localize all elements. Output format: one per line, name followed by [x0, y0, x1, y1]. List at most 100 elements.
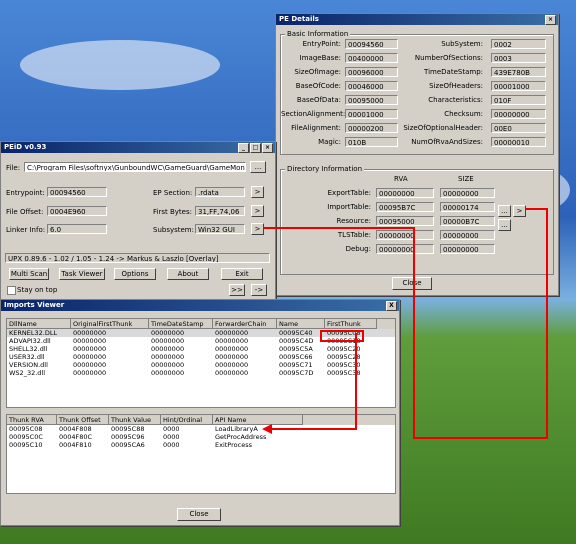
subsystem-button[interactable]: >: [251, 223, 264, 235]
field-value: 0002: [491, 39, 546, 49]
ep-section-button[interactable]: >: [251, 186, 264, 198]
column-header[interactable]: Thunk RVA: [7, 415, 57, 425]
file-path-field[interactable]: C:\Program Files\softnyx\GunboundWC\Game…: [24, 162, 246, 172]
table-cell: 00000000: [151, 361, 185, 369]
directory-info-title: Directory Information: [285, 165, 365, 173]
field-label: SizeOfHeaders:: [429, 82, 483, 90]
linker-info-field: 6.0: [47, 224, 107, 234]
nav-arrow-button[interactable]: ->: [251, 284, 267, 296]
close-icon[interactable]: X: [386, 301, 397, 311]
table-cell: 00000000: [151, 369, 185, 377]
field-value: 00046000: [345, 81, 398, 91]
column-header[interactable]: Thunk Value: [109, 415, 161, 425]
imports-viewer-title: Imports Viewer: [4, 301, 65, 309]
close-icon[interactable]: ×: [545, 15, 556, 25]
table-cell: 00095C4D: [279, 337, 314, 345]
dir-size: 00000B7C: [440, 216, 495, 226]
minimize-icon[interactable]: _: [238, 143, 249, 153]
table-row[interactable]: 00095C0C 0004F80C 00095C96 0000 GetProcAddre…: [7, 433, 395, 441]
column-header[interactable]: OriginalFirstThunk: [71, 319, 149, 329]
stay-on-top-checkbox[interactable]: [7, 286, 16, 295]
stay-on-top-label: Stay on top: [17, 286, 58, 294]
dir-rva: 00000000: [376, 188, 434, 198]
task-viewer-button[interactable]: Task Viewer: [59, 268, 105, 280]
dir-label: Resource:: [336, 217, 371, 225]
table-cell: WS2_32.dll: [9, 369, 46, 377]
table-cell: 00095C08: [9, 425, 43, 433]
imports-viewer-titlebar[interactable]: Imports Viewer X: [1, 300, 399, 311]
dir-size: 00000000: [440, 230, 495, 240]
peid-titlebar[interactable]: PEiD v0.93 _ □ ×: [1, 142, 275, 153]
table-row[interactable]: USER32.dll 00000000 00000000 00000000 00095C…: [7, 353, 395, 361]
annotation-highlight-box: [320, 330, 364, 342]
column-header[interactable]: FirstThunk: [325, 319, 377, 329]
nav-forward-button[interactable]: >>: [229, 284, 245, 296]
column-header[interactable]: ForwarderChain: [213, 319, 277, 329]
import-details-button[interactable]: ...: [498, 205, 511, 217]
table-cell: 00095C38: [327, 369, 361, 377]
table-cell: 00000000: [215, 369, 249, 377]
table-row[interactable]: SHELL32.dll 00000000 00000000 00000000 00095…: [7, 345, 395, 353]
table-cell: 00000000: [73, 369, 107, 377]
about-button[interactable]: About: [167, 268, 209, 280]
close-icon[interactable]: ×: [262, 143, 273, 153]
maximize-icon[interactable]: □: [250, 143, 261, 153]
column-header[interactable]: DllName: [7, 319, 71, 329]
table-row[interactable]: WS2_32.dll 00000000 00000000 00000000 00095C…: [7, 369, 395, 377]
exit-button[interactable]: Exit: [221, 268, 263, 280]
column-header[interactable]: Thunk Offset: [57, 415, 109, 425]
browse-file-button[interactable]: ...: [250, 161, 266, 173]
directory-info-group: Directory Information RVA SIZE ExportTab…: [280, 165, 554, 275]
peid-title: PEiD v0.93: [4, 143, 47, 151]
dir-label: TLSTable:: [337, 231, 371, 239]
multi-scan-button[interactable]: Multi Scan: [9, 268, 49, 280]
field-label: Checksum:: [444, 110, 483, 118]
field-label: SubSystem:: [441, 40, 483, 48]
table-cell: 00095C10: [9, 441, 43, 449]
pe-details-titlebar[interactable]: PE Details ×: [276, 14, 558, 25]
annotation-arrowhead: [262, 424, 272, 434]
table-cell: 00000000: [73, 361, 107, 369]
field-label: SectionAlignment:: [281, 110, 346, 118]
field-value: 010F: [491, 95, 546, 105]
field-value: 00400000: [345, 53, 398, 63]
pe-close-button[interactable]: Close: [392, 277, 432, 290]
table-cell: VERSION.dll: [9, 361, 48, 369]
table-cell: 00000000: [215, 345, 249, 353]
column-header[interactable]: API Name: [213, 415, 303, 425]
field-label: FileAlignment:: [291, 124, 341, 132]
import-goto-button[interactable]: >: [513, 205, 526, 217]
field-value: 010B: [345, 137, 398, 147]
field-label: SizeOfOptionalHeader:: [403, 124, 483, 132]
dir-label: ImportTable:: [327, 203, 371, 211]
table-cell: 0000: [163, 433, 180, 441]
column-header[interactable]: TimeDateStamp: [149, 319, 213, 329]
entrypoint-field: 00094560: [47, 187, 107, 197]
table-cell: 00000000: [73, 345, 107, 353]
thunk-list[interactable]: Thunk RVA Thunk Offset Thunk Value Hint/Ord…: [6, 414, 396, 494]
resource-details-button[interactable]: ...: [498, 219, 511, 231]
dir-size: 00000000: [440, 244, 495, 254]
table-row[interactable]: 00095C10 0004F810 00095CA6 0000 ExitProcess: [7, 441, 395, 449]
field-label: SizeOfImage:: [294, 68, 341, 76]
field-label: Magic:: [318, 138, 341, 146]
field-label: BaseOfData:: [296, 96, 341, 104]
dir-rva: 00095000: [376, 216, 434, 226]
table-cell: 00000000: [151, 329, 185, 337]
options-button[interactable]: Options: [114, 268, 156, 280]
basic-info-title: Basic Information: [285, 30, 351, 38]
field-value: 0003: [491, 53, 546, 63]
table-row[interactable]: VERSION.dll 00000000 00000000 00000000 00095…: [7, 361, 395, 369]
column-header[interactable]: Name: [277, 319, 325, 329]
table-cell: USER32.dll: [9, 353, 45, 361]
imports-close-button[interactable]: Close: [177, 508, 221, 521]
ep-section-label: EP Section:: [153, 189, 193, 197]
field-value: 00001000: [345, 109, 398, 119]
annotation-line: [413, 227, 415, 438]
dir-rva: 00000000: [376, 230, 434, 240]
first-bytes-button[interactable]: >: [251, 205, 264, 217]
table-cell: 00095C7D: [279, 369, 314, 377]
column-header[interactable]: Hint/Ordinal: [161, 415, 213, 425]
pe-details-title: PE Details: [279, 15, 319, 23]
rva-header: RVA: [394, 175, 408, 183]
